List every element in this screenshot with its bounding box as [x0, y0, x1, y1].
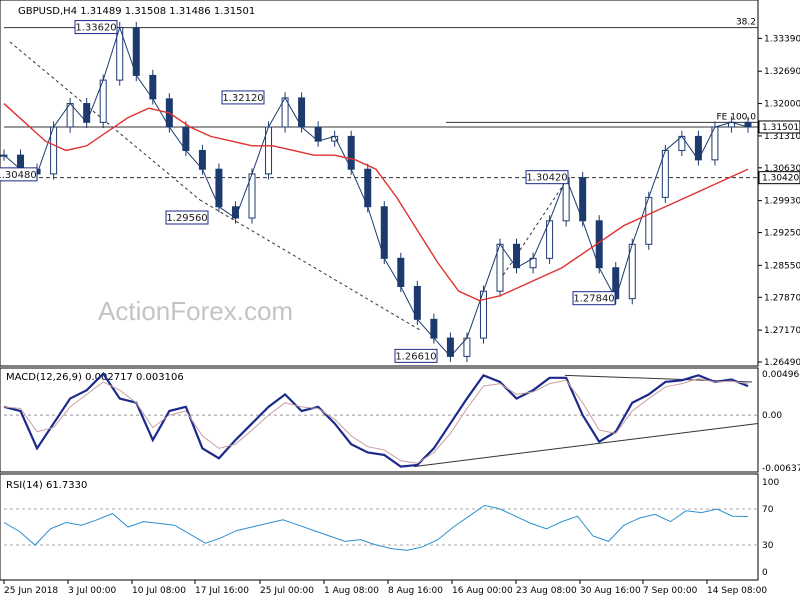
price-axis-label: 1.27870 [764, 293, 800, 303]
rsi-panel-frame [0, 473, 759, 581]
x-axis-label: 30 Aug 16:00 [580, 586, 641, 596]
price-axis-label: 1.29930 [764, 197, 800, 207]
price-annotation-label: 1.26610 [395, 351, 436, 362]
x-axis-label: 16 Aug 00:00 [452, 586, 513, 596]
macd-axis-label: -0.006372 [762, 464, 800, 474]
price-axis-label: 1.32000 [764, 100, 800, 110]
price-axis-label: 1.27170 [764, 326, 800, 336]
rsi-axis-label: 0 [762, 568, 768, 578]
x-axis-label: 17 Jul 16:00 [195, 586, 249, 596]
price-annotation-label: 1.30480 [0, 170, 37, 181]
price-annotation-label: 1.33620 [75, 23, 116, 34]
reference-line-label: 38.2 [736, 18, 756, 28]
rsi-axis-label: 30 [762, 541, 774, 551]
rsi-axis-label: 100 [762, 478, 779, 488]
price-annotation-label: 1.32120 [222, 93, 263, 104]
macd-panel-frame [0, 367, 759, 473]
price-axis-label: 1.33390 [764, 34, 800, 44]
x-axis-label: 7 Sep 00:00 [643, 586, 698, 596]
x-axis-label: 3 Jul 00:00 [68, 586, 117, 596]
macd-axis-label: 0.004968 [762, 370, 800, 380]
price-annotation-label: 1.27840 [573, 294, 614, 305]
price-axis-label: 1.32690 [764, 67, 800, 77]
price-tag-label: 1.31501 [762, 123, 799, 133]
x-axis-label: 23 Aug 08:00 [516, 586, 577, 596]
price-axis-label: 1.29250 [764, 229, 800, 239]
price-tag-label: 1.30420 [762, 174, 799, 184]
x-axis-label: 25 Jun 2018 [4, 586, 58, 596]
price-axis-label: 1.28550 [764, 261, 800, 271]
rsi-title: RSI(14) 61.7330 [6, 480, 87, 491]
x-axis-label: 14 Sep 08:00 [707, 586, 767, 596]
x-axis-label: 25 Jul 00:00 [260, 586, 314, 596]
price-title: GBPUSD,H4 1.31489 1.31508 1.31486 1.3150… [18, 6, 255, 17]
rsi-axis-label: 70 [762, 505, 774, 515]
price-annotation-label: 1.30420 [526, 173, 567, 184]
x-axis-label: 8 Aug 16:00 [388, 586, 443, 596]
chart-svg: ActionForex.com GBPUSD,H4 1.31489 1.3150… [0, 0, 800, 596]
price-axis-label: 1.26490 [764, 358, 800, 368]
macd-axis-label: 0.00 [762, 411, 782, 421]
x-axis-label: 10 Jul 08:00 [132, 586, 186, 596]
watermark: ActionForex.com [98, 296, 293, 326]
reference-line-label: FE 100.0 [717, 112, 757, 122]
x-axis-label: 1 Aug 08:00 [324, 586, 379, 596]
chart-window: ActionForex.com GBPUSD,H4 1.31489 1.3150… [0, 0, 800, 600]
price-annotation-label: 1.29560 [166, 213, 207, 224]
